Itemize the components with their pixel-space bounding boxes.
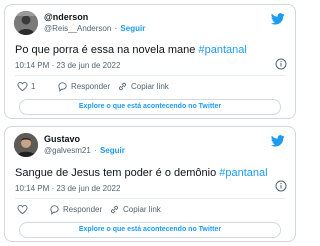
- like-count: 1: [31, 82, 36, 91]
- reply-label: Responder: [71, 82, 111, 91]
- info-icon[interactable]: [275, 58, 287, 70]
- tweet-header: Gustavo @galvesm21 · Seguir: [14, 133, 287, 159]
- reply-label: Responder: [63, 205, 103, 214]
- display-name[interactable]: Gustavo: [44, 134, 125, 145]
- timestamp[interactable]: 10:14 PM · 23 de jun de 2022: [15, 183, 120, 194]
- timestamp[interactable]: 10:14 PM · 23 de jun de 2022: [15, 60, 120, 71]
- divider: [15, 75, 285, 76]
- display-name[interactable]: @nderson: [44, 12, 145, 23]
- copy-link-label: Copiar link: [123, 205, 161, 214]
- speech-bubble-icon: [50, 205, 59, 215]
- separator-dot: ·: [114, 24, 118, 33]
- copy-link-label: Copiar link: [131, 82, 169, 91]
- tweet-card: @nderson @Reis__Anderson · Seguir Po que…: [4, 4, 296, 119]
- hashtag-link[interactable]: #pantanal: [219, 167, 267, 179]
- handle[interactable]: @galvesm21: [44, 146, 91, 155]
- tweet-header: @nderson @Reis__Anderson · Seguir: [14, 11, 287, 37]
- author-block: @nderson @Reis__Anderson · Seguir: [44, 12, 145, 34]
- tweet-text: Sangue de Jesus tem poder é o demônio #p…: [15, 166, 268, 180]
- explore-button[interactable]: Explore o que está acontecendo no Twitte…: [19, 222, 281, 238]
- follow-button[interactable]: Seguir: [120, 24, 145, 33]
- heart-icon: [17, 205, 28, 215]
- heart-icon: [17, 82, 28, 92]
- link-icon: [119, 82, 126, 91]
- hashtag-link[interactable]: #pantanal: [198, 44, 246, 56]
- handle-line: @Reis__Anderson · Seguir: [44, 23, 145, 34]
- tweet-text: Po que porra é essa na novela mane #pant…: [15, 43, 247, 57]
- tweet-body: Sangue de Jesus tem poder é o demônio: [15, 167, 220, 179]
- tweet-card: Gustavo @galvesm21 · Seguir Sangue de Je…: [4, 126, 296, 242]
- author-block: Gustavo @galvesm21 · Seguir: [44, 134, 125, 156]
- divider: [15, 198, 285, 199]
- twitter-bird-icon[interactable]: [271, 135, 285, 147]
- info-icon[interactable]: [275, 180, 287, 192]
- avatar[interactable]: [14, 11, 38, 35]
- link-icon: [111, 205, 118, 214]
- tweet-embed-stack: @nderson @Reis__Anderson · Seguir Po que…: [0, 0, 300, 246]
- handle[interactable]: @Reis__Anderson: [44, 24, 111, 33]
- handle-line: @galvesm21 · Seguir: [44, 145, 125, 156]
- explore-button[interactable]: Explore o que está acontecendo no Twitte…: [19, 99, 281, 115]
- avatar[interactable]: [14, 133, 38, 157]
- separator-dot: ·: [94, 146, 97, 155]
- speech-bubble-icon: [58, 82, 67, 92]
- twitter-bird-icon[interactable]: [271, 13, 285, 25]
- follow-button[interactable]: Seguir: [100, 146, 125, 155]
- tweet-body: Po que porra é essa na novela mane: [15, 44, 199, 56]
